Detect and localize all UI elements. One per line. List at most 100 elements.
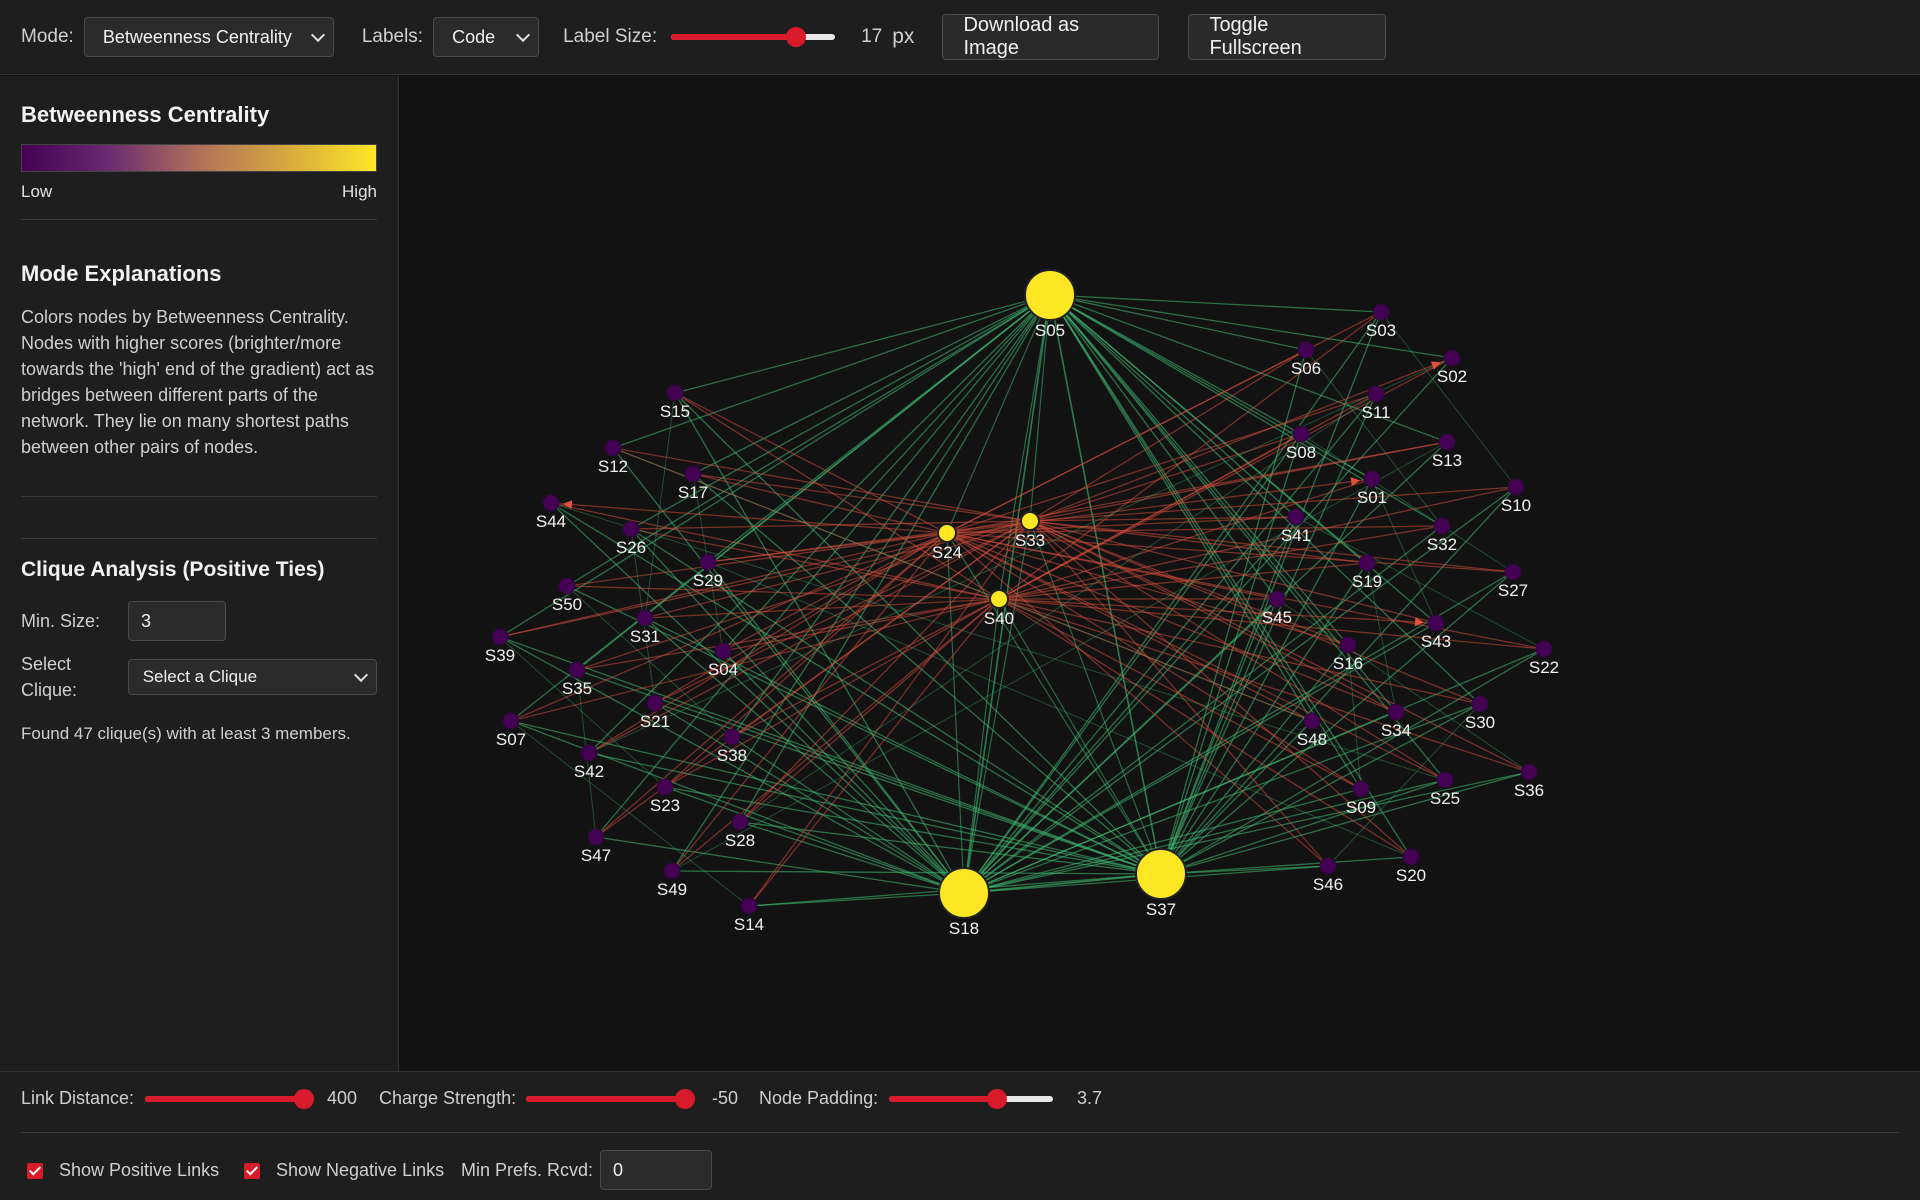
graph-node-s44[interactable]: [542, 494, 560, 512]
node-label: S09: [1346, 798, 1376, 817]
graph-node-s18[interactable]: [938, 867, 990, 919]
graph-node-s08[interactable]: [1292, 425, 1310, 443]
node-padding-value: 3.7: [1077, 1088, 1103, 1108]
graph-node-s50[interactable]: [558, 577, 576, 595]
graph-node-s04[interactable]: [714, 642, 732, 660]
labels-label: Labels:: [361, 26, 424, 47]
positive-link: [998, 598, 1162, 875]
toggle-fullscreen-button[interactable]: Toggle Fullscreen: [1188, 14, 1387, 60]
graph-node-s05[interactable]: [1024, 269, 1076, 321]
graph-node-s46[interactable]: [1319, 857, 1337, 875]
label-size-value: 17: [861, 26, 883, 47]
positive-link: [671, 870, 1162, 875]
positive-link: [946, 532, 965, 894]
node-label: S27: [1498, 581, 1528, 600]
graph-node-s26[interactable]: [622, 520, 640, 538]
graph-node-s43[interactable]: [1427, 614, 1445, 632]
graph-node-s29[interactable]: [699, 553, 717, 571]
network-graph-svg[interactable]: S05 S18 S37 S24 S33 S40 S03 S02 S06 S11 S08 S13 S01 S…: [400, 76, 1920, 1071]
link-distance-slider[interactable]: [145, 1089, 315, 1109]
graph-node-s11[interactable]: [1367, 385, 1385, 403]
graph-node-s14[interactable]: [740, 897, 758, 915]
graph-node-s24[interactable]: [937, 523, 957, 543]
node-padding-slider[interactable]: [889, 1089, 1053, 1109]
graph-node-s37[interactable]: [1135, 848, 1187, 900]
graph-node-s41[interactable]: [1287, 508, 1305, 526]
graph-node-s10[interactable]: [1507, 478, 1525, 496]
graph-node-s13[interactable]: [1438, 433, 1456, 451]
graph-node-s35[interactable]: [568, 661, 586, 679]
node-label: S47: [581, 846, 611, 865]
node-label: S08: [1286, 443, 1316, 462]
graph-node-s02[interactable]: [1443, 349, 1461, 367]
graph-node-s42[interactable]: [580, 744, 598, 762]
graph-node-s39[interactable]: [491, 628, 509, 646]
chevron-down-icon: [353, 667, 369, 683]
graph-node-s33[interactable]: [1020, 511, 1040, 531]
node-label: S24: [932, 543, 962, 562]
graph-node-s49[interactable]: [663, 862, 681, 880]
graph-node-s28[interactable]: [731, 813, 749, 831]
graph-node-s03[interactable]: [1372, 303, 1390, 321]
chevron-down-icon: [516, 27, 531, 43]
clique-select[interactable]: Select a Clique: [127, 659, 377, 695]
mode-select-value: Betweenness Centrality: [102, 26, 292, 47]
graph-node-s16[interactable]: [1339, 636, 1357, 654]
bottom-controls: Link Distance: 400 Charge Strength: -50 …: [0, 1071, 1920, 1200]
graph-node-s48[interactable]: [1303, 712, 1321, 730]
graph-node-s38[interactable]: [723, 728, 741, 746]
negative-link: [731, 598, 1000, 738]
charge-strength-value: -50: [712, 1088, 739, 1108]
node-label: S22: [1529, 658, 1559, 677]
graph-node-s45[interactable]: [1268, 590, 1286, 608]
graph-node-s40[interactable]: [989, 589, 1009, 609]
node-label: S03: [1366, 321, 1396, 340]
node-label: S21: [640, 712, 670, 731]
graph-node-s31[interactable]: [636, 609, 654, 627]
graph-node-s20[interactable]: [1402, 848, 1420, 866]
positive-link: [692, 294, 1051, 475]
labels-select[interactable]: Code: [433, 17, 540, 57]
graph-node-s12[interactable]: [604, 439, 622, 457]
graph-node-s15[interactable]: [666, 384, 684, 402]
label-size-slider[interactable]: [671, 27, 836, 47]
graph-node-s25[interactable]: [1436, 771, 1454, 789]
graph-node-s01[interactable]: [1363, 470, 1381, 488]
show-positive-checkbox[interactable]: [27, 1163, 43, 1179]
download-image-button[interactable]: Download as Image: [942, 14, 1160, 60]
graph-node-s19[interactable]: [1358, 554, 1376, 572]
divider: [21, 219, 377, 220]
graph-node-s07[interactable]: [502, 712, 520, 730]
negative-link: [566, 585, 1000, 600]
node-label: S25: [1430, 789, 1460, 808]
node-padding-label: Node Padding:: [759, 1088, 879, 1108]
graph-node-s09[interactable]: [1352, 780, 1370, 798]
network-graph[interactable]: S05 S18 S37 S24 S33 S40 S03 S02 S06 S11 S08 S13 S01 S…: [400, 76, 1920, 1071]
node-label: S43: [1421, 632, 1451, 651]
graph-node-s21[interactable]: [646, 694, 664, 712]
graph-node-s06[interactable]: [1297, 341, 1315, 359]
node-label: S50: [552, 595, 582, 614]
mode-select[interactable]: Betweenness Centrality: [83, 17, 334, 57]
node-label: S20: [1396, 866, 1426, 885]
divider: [21, 538, 377, 539]
node-label: S14: [734, 915, 764, 934]
graph-node-s23[interactable]: [656, 778, 674, 796]
graph-node-s34[interactable]: [1387, 703, 1405, 721]
graph-node-s27[interactable]: [1504, 563, 1522, 581]
min-prefs-input[interactable]: 0: [600, 1150, 712, 1190]
graph-node-s22[interactable]: [1535, 640, 1553, 658]
node-label: S05: [1035, 321, 1065, 340]
node-label: S46: [1313, 875, 1343, 894]
negative-link: [692, 473, 1031, 522]
graph-node-s17[interactable]: [684, 465, 702, 483]
graph-node-s36[interactable]: [1520, 763, 1538, 781]
show-negative-checkbox[interactable]: [244, 1163, 260, 1179]
min-size-input[interactable]: 3: [128, 601, 226, 641]
graph-node-s32[interactable]: [1433, 517, 1451, 535]
node-label: S48: [1297, 730, 1327, 749]
graph-node-s47[interactable]: [587, 828, 605, 846]
charge-strength-slider[interactable]: [526, 1089, 696, 1109]
positive-link: [731, 736, 965, 894]
graph-node-s30[interactable]: [1471, 695, 1489, 713]
